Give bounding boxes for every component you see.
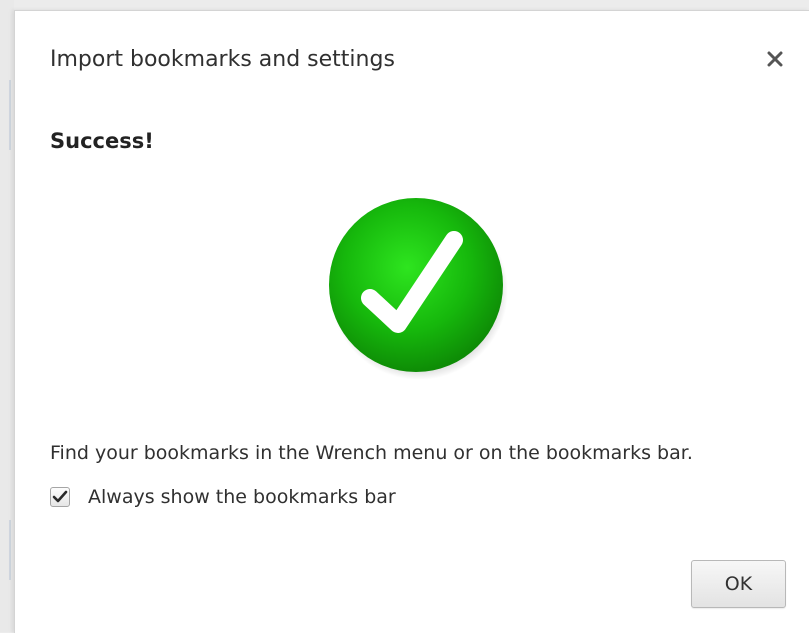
background-window-mark xyxy=(9,520,11,580)
checkbox-label: Always show the bookmarks bar xyxy=(88,486,396,508)
ok-button[interactable]: OK xyxy=(691,560,786,608)
close-icon xyxy=(767,51,783,67)
always-show-bookmarks-bar-checkbox[interactable] xyxy=(50,487,70,507)
import-bookmarks-dialog: Import bookmarks and settings Success! F… xyxy=(14,10,809,633)
always-show-bookmarks-bar-option[interactable]: Always show the bookmarks bar xyxy=(50,486,396,508)
checkmark-icon xyxy=(52,490,68,503)
background-window-mark xyxy=(9,80,11,150)
checkmark-success-icon xyxy=(329,198,508,380)
dialog-title: Import bookmarks and settings xyxy=(50,47,395,72)
success-heading: Success! xyxy=(50,129,154,153)
bookmarks-location-message: Find your bookmarks in the Wrench menu o… xyxy=(50,442,693,464)
close-button[interactable] xyxy=(761,45,789,73)
background-window-edge xyxy=(0,0,14,632)
